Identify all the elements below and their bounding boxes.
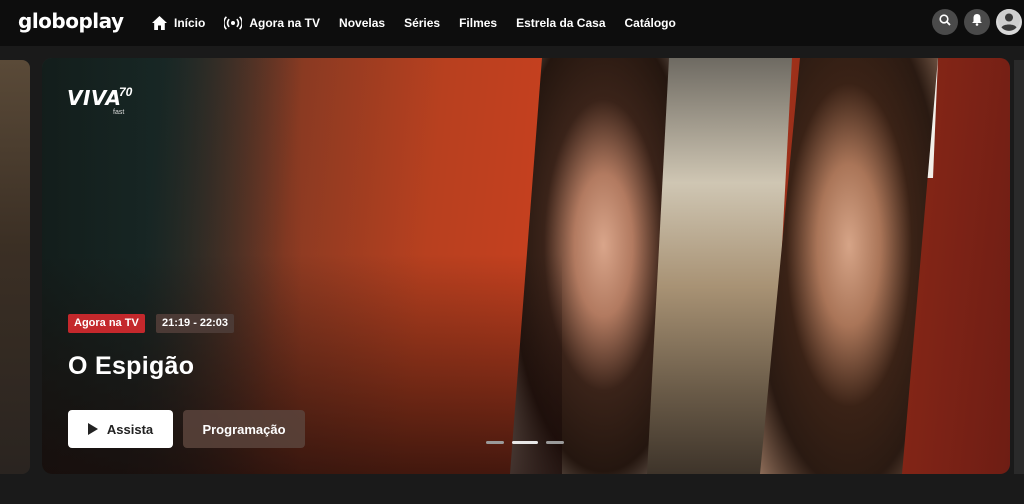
channel-logo: VIVA 70 fast — [67, 85, 147, 126]
nav-item-catalogo[interactable]: Catálogo — [625, 16, 676, 30]
header-actions — [926, 8, 1024, 36]
carousel-dot-active[interactable] — [512, 441, 538, 444]
search-icon — [939, 13, 951, 31]
nav-item-series[interactable]: Séries — [404, 16, 440, 30]
schedule-button[interactable]: Programação — [183, 410, 305, 448]
nav-item-label: Filmes — [459, 16, 498, 30]
nav-item-label: Catálogo — [624, 16, 676, 30]
live-badge: Agora na TV — [68, 314, 145, 333]
home-icon — [152, 16, 167, 30]
program-title: O Espigão — [68, 352, 195, 380]
carousel-dot[interactable] — [546, 441, 564, 444]
watch-button-label: Assista — [106, 421, 154, 437]
main-nav: Início Agora na TV Novelas Séries Filmes… — [152, 0, 695, 46]
hero-banner[interactable]: VIVA 70 fast Agora na TV 21:19 - 22:03 O… — [42, 58, 1010, 474]
user-avatar-icon — [998, 8, 1020, 36]
channel-logo-tag: fast — [113, 109, 125, 116]
nav-item-label: Novelas — [339, 16, 386, 30]
carousel-indicators — [486, 441, 572, 444]
next-slide-preview[interactable] — [1014, 60, 1024, 474]
live-broadcast-icon — [224, 16, 243, 30]
nav-item-novelas[interactable]: Novelas — [339, 16, 385, 30]
nav-item-label: Início — [174, 16, 206, 30]
schedule-button-label: Programação — [202, 421, 286, 437]
nav-item-agora-na-tv[interactable]: Agora na TV — [224, 16, 320, 30]
search-button[interactable] — [932, 9, 958, 35]
previous-slide-preview[interactable] — [0, 60, 30, 474]
play-icon — [87, 423, 98, 435]
nav-item-estrela-da-casa[interactable]: Estrela da Casa — [516, 16, 605, 30]
channel-logo-name: VIVA — [67, 86, 122, 110]
notifications-button[interactable] — [964, 9, 990, 35]
nav-item-inicio[interactable]: Início — [152, 16, 205, 30]
watch-button[interactable]: Assista — [68, 410, 173, 448]
carousel-dot[interactable] — [486, 441, 504, 444]
nav-item-label: Séries — [404, 16, 441, 30]
globoplay-logo[interactable]: globoplay — [18, 9, 124, 33]
nav-item-label: Agora na TV — [249, 16, 321, 30]
profile-button[interactable] — [996, 8, 1022, 36]
top-navigation-bar: globoplay Início Agora na TV Novelas Sér… — [0, 0, 1024, 46]
time-range-badge: 21:19 - 22:03 — [156, 314, 235, 333]
bell-icon — [971, 13, 983, 31]
nav-item-label: Estrela da Casa — [516, 16, 606, 30]
nav-item-filmes[interactable]: Filmes — [459, 16, 497, 30]
channel-logo-number: 70 — [119, 85, 133, 99]
